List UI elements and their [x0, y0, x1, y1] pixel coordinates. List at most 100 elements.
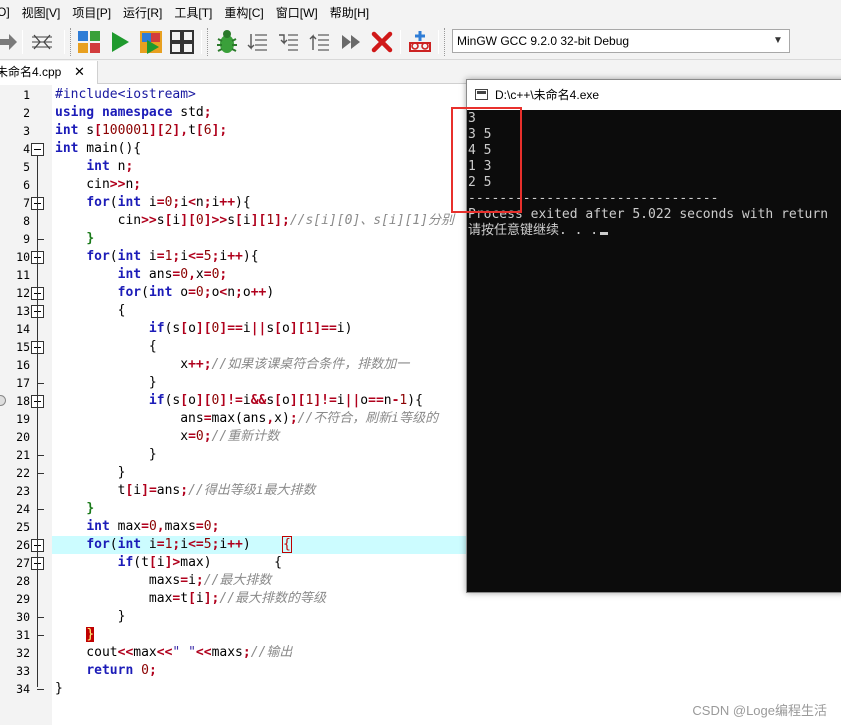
line-number: 12 — [16, 286, 30, 300]
menu-item-help[interactable]: 帮助[H] — [324, 4, 375, 21]
line-number: 19 — [16, 412, 30, 426]
line-number: 30 — [16, 610, 30, 624]
compiler-select-value: MinGW GCC 9.2.0 32-bit Debug — [457, 34, 630, 48]
line-number: 21 — [16, 448, 30, 462]
tab-file-label: 未命名4.cpp — [0, 65, 62, 79]
code-line[interactable]: t[i]=ans;//得出等级i最大排数 — [55, 482, 316, 500]
code-line[interactable]: for(int i=1;i<=5;i++){ — [55, 248, 258, 266]
code-line[interactable]: } — [55, 626, 95, 644]
line-number: 33 — [16, 664, 30, 678]
fold-end-marker — [37, 383, 44, 384]
line-number: 29 — [16, 592, 30, 606]
code-line[interactable]: x=0;//重新计数 — [55, 428, 279, 446]
code-line[interactable]: int max=0,maxs=0; — [55, 518, 219, 536]
code-editor[interactable]: #include<iostream> using namespace std; in… — [52, 85, 841, 725]
devcpp-window: O] 视图[V] 项目[P] 运行[R] 工具[T] 重构[C] 窗口[W] 帮… — [0, 0, 841, 725]
compile-run-icon[interactable] — [137, 28, 165, 56]
toolbar-grip — [444, 28, 448, 56]
menu-item-refactor[interactable]: 重构[C] — [218, 4, 269, 21]
fold-guide-line — [37, 156, 38, 687]
menu-item-project[interactable]: 项目[P] — [66, 4, 117, 21]
toolbar-separator — [64, 30, 65, 54]
line-number: 15 — [16, 340, 30, 354]
code-line[interactable]: } — [55, 500, 94, 518]
code-line[interactable]: cin>>n; — [55, 176, 141, 194]
step-into-icon[interactable] — [275, 28, 303, 56]
line-number: 5 — [23, 160, 30, 174]
toolbar-separator — [201, 30, 202, 54]
line-number: 28 — [16, 574, 30, 588]
compile-icon[interactable] — [28, 28, 56, 56]
compile-grid-icon[interactable] — [75, 28, 103, 56]
code-line[interactable]: int s[100001][2],t[6]; — [55, 122, 227, 140]
menu-bar: O] 视图[V] 项目[P] 运行[R] 工具[T] 重构[C] 窗口[W] 帮… — [0, 0, 841, 24]
toolbar-grip — [70, 28, 74, 56]
line-number: 26 — [16, 538, 30, 552]
code-line[interactable]: } — [55, 608, 126, 626]
compiler-select[interactable]: MinGW GCC 9.2.0 32-bit Debug ▼ — [452, 29, 790, 53]
code-line[interactable]: return 0; — [55, 662, 156, 680]
code-line[interactable]: if(s[o][0]!=i&&s[o][1]!=i||o==n-1){ — [55, 392, 423, 410]
toolbar-separator — [22, 30, 23, 54]
menu-item-window[interactable]: 窗口[W] — [270, 4, 324, 21]
toolbar: MinGW GCC 9.2.0 32-bit Debug ▼ — [0, 24, 841, 60]
close-icon[interactable]: ✕ — [74, 61, 85, 83]
code-line[interactable]: } — [55, 446, 157, 464]
fold-end-marker — [37, 239, 44, 240]
fold-end-marker — [37, 617, 44, 618]
code-line[interactable]: for(int i=1;i<=5;i++) { — [55, 536, 292, 554]
code-line[interactable]: int n; — [55, 158, 133, 176]
code-line[interactable]: ans=max(ans,x);//不符合，刷新i等级的 — [55, 410, 438, 428]
line-number: 27 — [16, 556, 30, 570]
profile-icon[interactable] — [406, 28, 434, 56]
line-number: 23 — [16, 484, 30, 498]
chevron-down-icon[interactable]: ▼ — [770, 30, 786, 52]
menu-item-file-fragment[interactable]: O] — [0, 5, 16, 19]
run-icon[interactable] — [106, 28, 134, 56]
code-line[interactable]: maxs=i;//最大排数 — [55, 572, 271, 590]
line-number: 16 — [16, 358, 30, 372]
menu-item-view[interactable]: 视图[V] — [16, 4, 67, 21]
code-line[interactable]: int main(){ — [55, 140, 141, 158]
tab-file[interactable]: 未命名4.cpp ✕ — [0, 61, 98, 84]
code-line[interactable]: x++;//如果该课桌符合条件，排数加一 — [55, 356, 409, 374]
line-number: 11 — [16, 268, 30, 282]
line-number: 32 — [16, 646, 30, 660]
line-number: 10 — [16, 250, 30, 264]
code-line[interactable]: for(int o=0;o<n;o++) — [55, 284, 275, 302]
code-line[interactable]: #include<iostream> — [55, 86, 196, 104]
code-line[interactable]: using namespace std; — [55, 104, 212, 122]
line-number: 3 — [23, 124, 30, 138]
code-line[interactable]: cout<<max<<" "<<maxs;//输出 — [55, 644, 292, 662]
debug-icon[interactable] — [213, 28, 241, 56]
stop-icon[interactable] — [368, 28, 396, 56]
line-number: 1 — [23, 88, 30, 102]
code-line[interactable]: } — [55, 464, 126, 482]
toolbar-separator — [400, 30, 401, 54]
code-line[interactable]: } — [55, 680, 63, 698]
code-line[interactable]: if(t[i]>max) { — [55, 554, 282, 572]
step-over-icon[interactable] — [306, 28, 334, 56]
arrow-right-icon[interactable] — [0, 28, 22, 56]
code-line[interactable]: { — [55, 302, 126, 320]
code-line[interactable]: max=t[i];//最大排数的等级 — [55, 590, 326, 608]
continue-icon[interactable] — [337, 28, 365, 56]
rebuild-grid-icon[interactable] — [168, 28, 196, 56]
toolbar-grip — [207, 28, 211, 56]
code-line[interactable]: { — [55, 338, 157, 356]
line-number: 8 — [23, 214, 30, 228]
fold-end-marker — [37, 635, 44, 636]
code-line[interactable]: } — [55, 374, 157, 392]
code-line[interactable]: if(s[o][0]==i||s[o][1]==i) — [55, 320, 353, 338]
fold-toggle-icon[interactable] — [31, 143, 44, 156]
menu-item-tools[interactable]: 工具[T] — [168, 4, 218, 21]
code-line[interactable]: for(int i=0;i<n;i++){ — [55, 194, 250, 212]
code-line[interactable]: int ans=0,x=0; — [55, 266, 228, 284]
code-line[interactable]: } — [55, 230, 94, 248]
code-line[interactable]: cin>>s[i][0]>>s[i][1];//s[i][0]、s[i][1]分… — [55, 212, 454, 230]
menu-item-run[interactable]: 运行[R] — [117, 4, 168, 21]
step-icon[interactable] — [244, 28, 272, 56]
line-number: 24 — [16, 502, 30, 516]
line-number: 13 — [16, 304, 30, 318]
line-number: 25 — [16, 520, 30, 534]
